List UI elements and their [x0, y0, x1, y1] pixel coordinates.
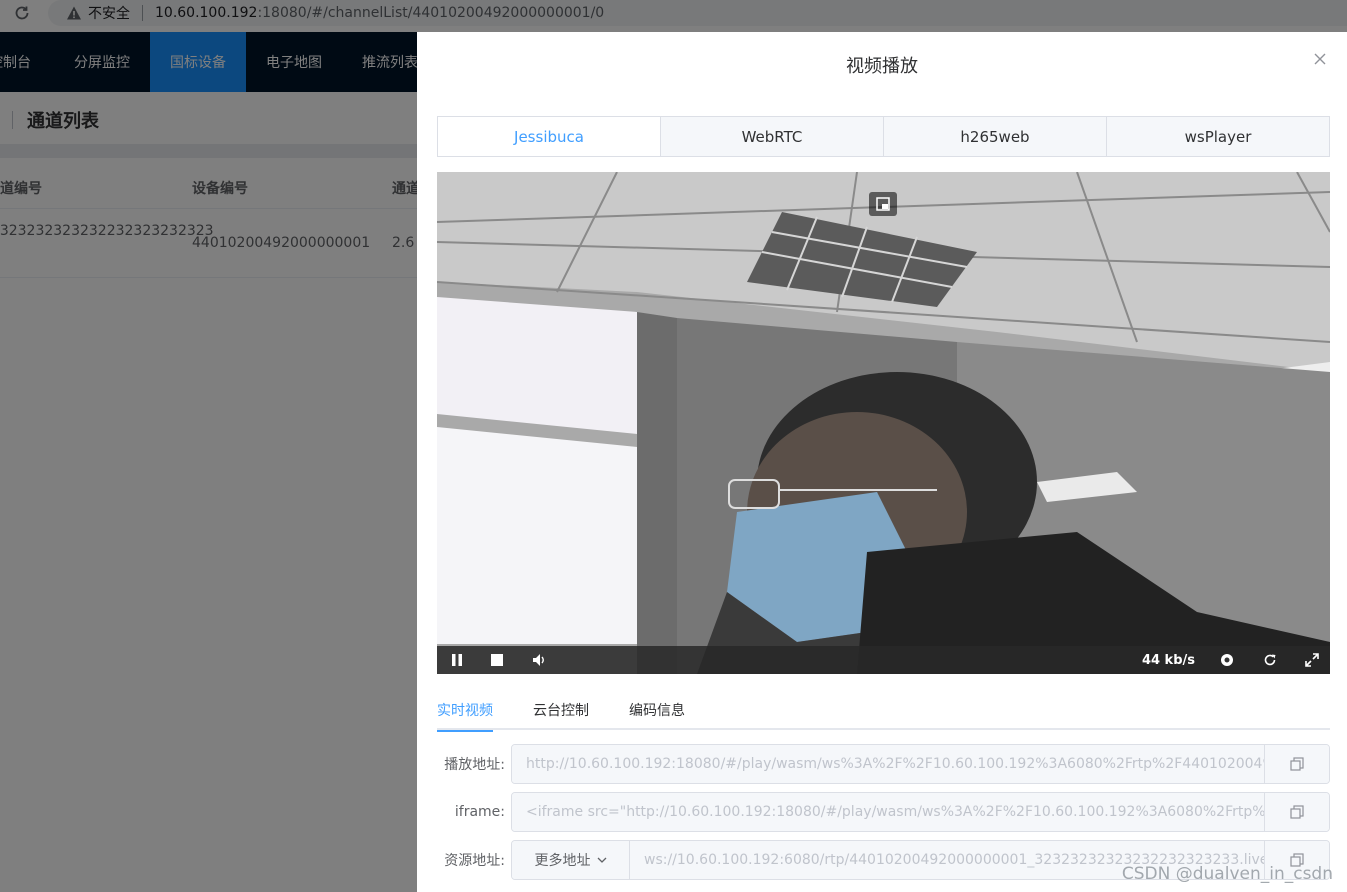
more-addresses-label: 更多地址	[534, 853, 591, 869]
picture-in-picture-button[interactable]	[869, 192, 897, 216]
pip-icon	[876, 197, 890, 211]
copy-iframe-button[interactable]	[1264, 793, 1329, 831]
fullscreen-icon[interactable]	[1304, 652, 1320, 668]
close-icon[interactable]	[1313, 52, 1329, 68]
tab-wsplayer[interactable]: wsPlayer	[1106, 117, 1329, 156]
refresh-icon[interactable]	[1262, 652, 1278, 668]
play-url-label: 播放地址:	[444, 757, 505, 773]
drawer-title: 视频播放	[846, 56, 918, 77]
copy-play-url-button[interactable]	[1264, 745, 1329, 783]
pause-icon[interactable]	[449, 652, 465, 668]
tab-jessibuca[interactable]: Jessibuca	[438, 117, 660, 156]
screenshot-icon[interactable]	[1219, 652, 1235, 668]
iframe-row: iframe: <iframe src="http://10.60.100.19…	[437, 792, 1330, 832]
iframe-field[interactable]: <iframe src="http://10.60.100.192:18080/…	[512, 793, 1264, 831]
tab-webrtc[interactable]: WebRTC	[660, 117, 883, 156]
copy-icon	[1290, 805, 1304, 819]
info-tabs: 实时视频 云台控制 编码信息	[437, 690, 1330, 732]
csdn-watermark: CSDN @dualven_in_csdn	[1121, 864, 1333, 884]
tab-ptz-control[interactable]: 云台控制	[533, 690, 589, 730]
more-addresses-dropdown[interactable]: 更多地址	[512, 841, 630, 879]
play-url-field[interactable]: http://10.60.100.192:18080/#/play/wasm/w…	[512, 745, 1264, 783]
chevron-down-icon	[597, 857, 606, 863]
source-url-label: 资源地址:	[444, 853, 505, 869]
video-play-drawer: 视频播放 Jessibuca WebRTC h265web wsPlayer 4…	[417, 32, 1347, 892]
stop-icon[interactable]	[489, 652, 505, 668]
bitrate-readout: 44 kb/s	[1141, 652, 1195, 668]
play-url-row: 播放地址: http://10.60.100.192:18080/#/play/…	[437, 744, 1330, 784]
copy-icon	[1290, 757, 1304, 771]
iframe-label: iframe:	[454, 804, 505, 820]
tab-live-video[interactable]: 实时视频	[437, 690, 493, 732]
player-tabs: Jessibuca WebRTC h265web wsPlayer	[437, 116, 1330, 157]
video-player[interactable]: 44 kb/s	[437, 172, 1330, 674]
tab-h265web[interactable]: h265web	[883, 117, 1106, 156]
video-frame	[437, 172, 1330, 674]
play-url-group: http://10.60.100.192:18080/#/play/wasm/w…	[511, 744, 1330, 784]
volume-icon[interactable]	[531, 652, 547, 668]
player-control-bar: 44 kb/s	[437, 646, 1330, 674]
tab-codec-info[interactable]: 编码信息	[629, 690, 685, 730]
iframe-group: <iframe src="http://10.60.100.192:18080/…	[511, 792, 1330, 832]
